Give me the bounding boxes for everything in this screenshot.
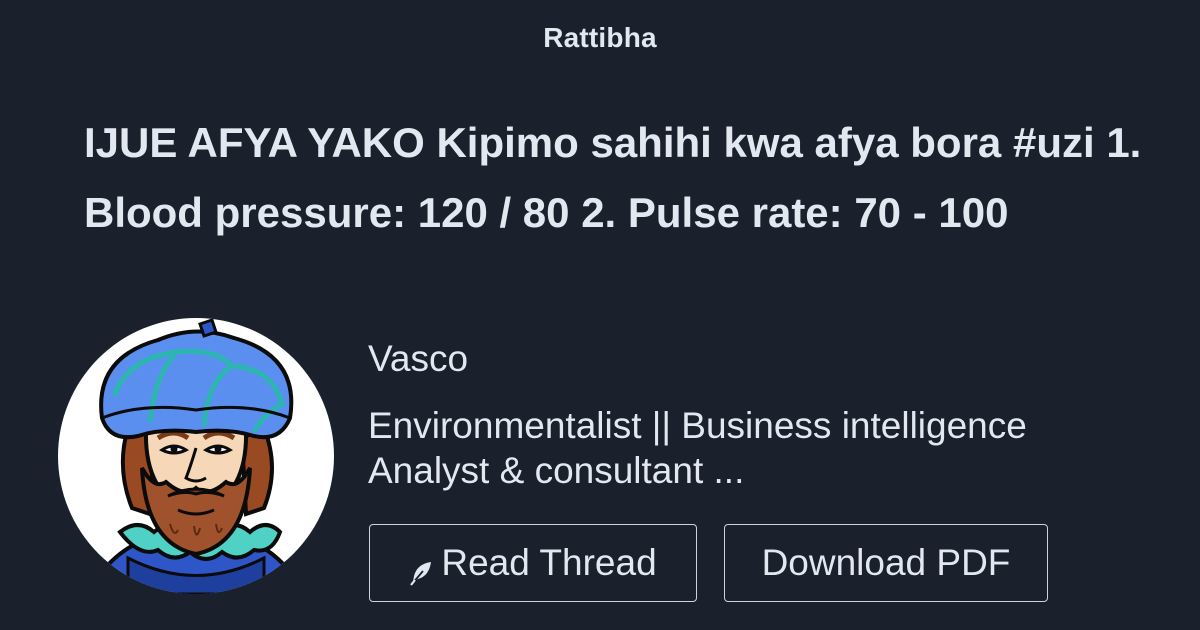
author-avatar[interactable]	[58, 318, 334, 594]
read-thread-label: Read Thread	[441, 542, 657, 583]
read-thread-button[interactable]: Read Thread	[369, 524, 697, 602]
thread-title: IJUE AFYA YAKO Kipimo sahihi kwa afya bo…	[84, 119, 1142, 236]
author-bio: Environmentalist || Business intelligenc…	[368, 405, 1027, 491]
author-name[interactable]: Vasco	[368, 338, 468, 380]
brand-name[interactable]: Rattibha	[0, 22, 1200, 54]
share-card: Rattibha IJUE AFYA YAKO Kipimo sahihi kw…	[0, 0, 1200, 630]
download-pdf-label: Download PDF	[761, 542, 1011, 583]
bearded-man-turban-icon	[85, 318, 307, 594]
feather-icon	[409, 553, 435, 586]
download-pdf-button[interactable]: Download PDF	[724, 524, 1048, 602]
